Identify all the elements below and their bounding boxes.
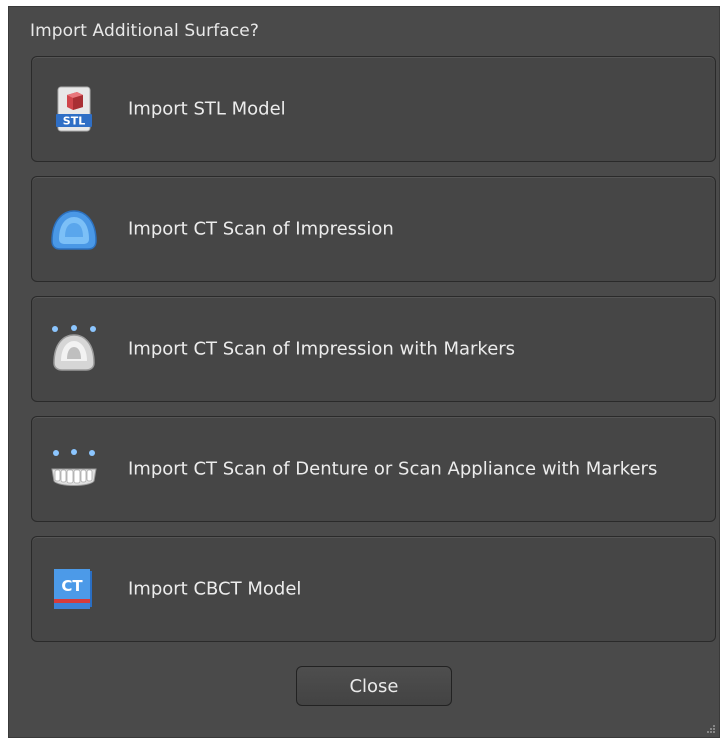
option-label: Import STL Model bbox=[128, 98, 286, 120]
close-button[interactable]: Close bbox=[296, 666, 452, 706]
option-label: Import CT Scan of Impression bbox=[128, 218, 394, 240]
dialog-title: Import Additional Surface? bbox=[30, 21, 259, 41]
import-surface-dialog: Import Additional Surface? STL Import ST… bbox=[8, 6, 720, 738]
resize-grip-icon[interactable] bbox=[706, 724, 716, 734]
import-ct-scan-impression-button[interactable]: Import CT Scan of Impression bbox=[31, 176, 716, 282]
cbct-icon: CT bbox=[54, 569, 92, 609]
option-label: Import CT Scan of Impression with Marker… bbox=[128, 338, 516, 360]
impression-icon bbox=[51, 210, 97, 250]
import-ct-scan-impression-markers-button[interactable]: Import CT Scan of Impression with Marker… bbox=[31, 296, 716, 402]
stl-icon-text: STL bbox=[63, 115, 85, 128]
impression-markers-icon bbox=[52, 325, 96, 371]
import-ct-scan-denture-markers-button[interactable]: Import CT Scan of Denture or Scan Applia… bbox=[31, 416, 716, 522]
denture-markers-icon bbox=[51, 449, 97, 486]
import-stl-model-button[interactable]: STL Import STL Model bbox=[31, 56, 716, 162]
ct-icon-text: CT bbox=[61, 577, 83, 595]
option-label: Import CT Scan of Denture or Scan Applia… bbox=[128, 458, 658, 480]
option-label: Import CBCT Model bbox=[128, 578, 302, 600]
stl-file-icon: STL bbox=[56, 86, 92, 132]
import-cbct-model-button[interactable]: CT Import CBCT Model bbox=[31, 536, 716, 642]
